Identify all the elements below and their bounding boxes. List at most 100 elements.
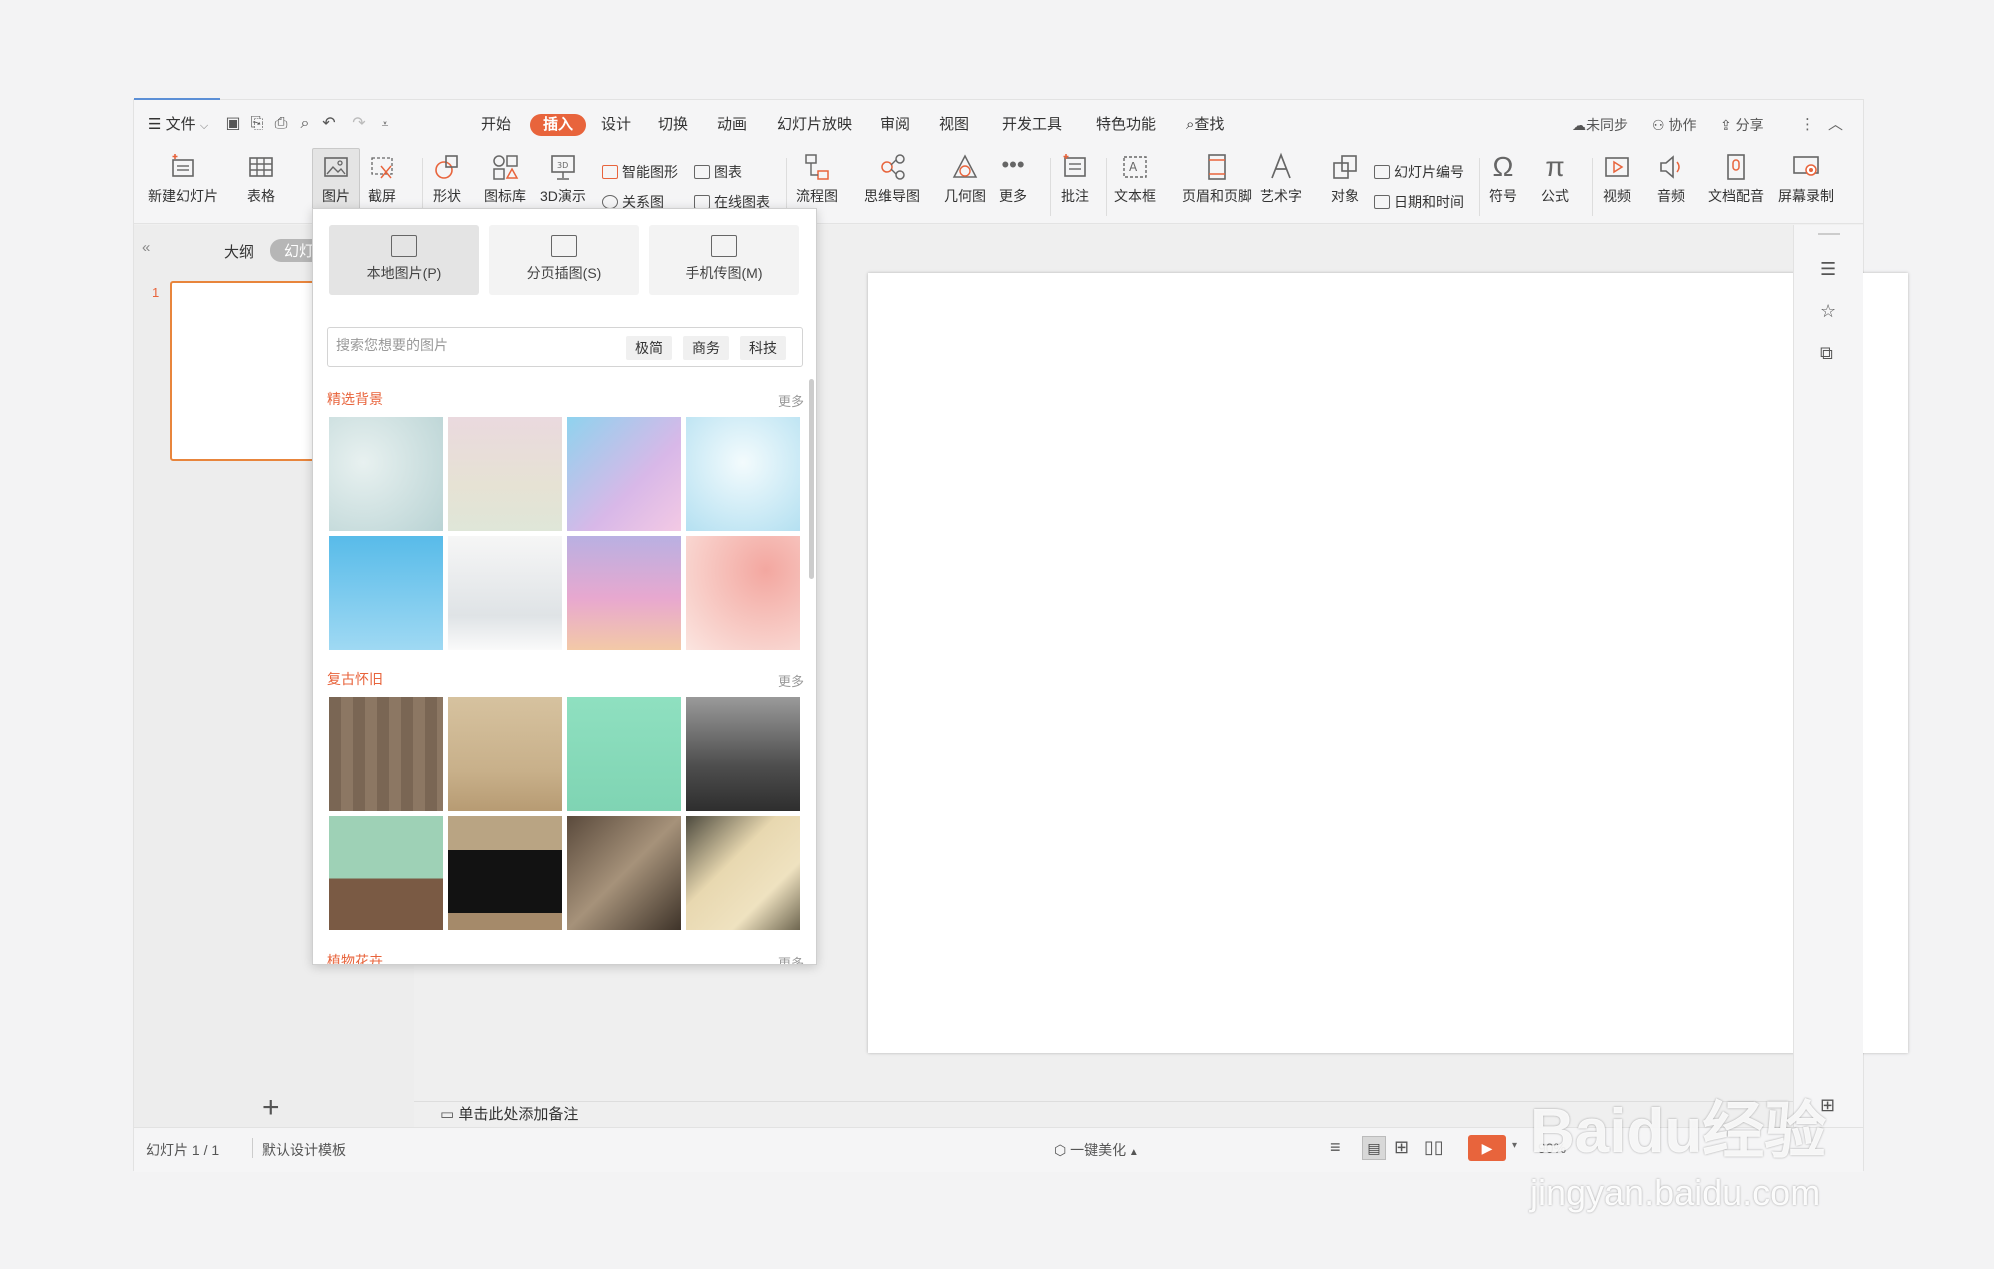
geometry-button[interactable]: 几何图 — [944, 152, 986, 206]
symbol-button[interactable]: Ω 符号 — [1488, 152, 1518, 206]
more-dots-icon: ••• — [1001, 152, 1025, 177]
undo-icon[interactable]: ↶ — [318, 113, 340, 135]
print-icon[interactable]: ⎙ — [270, 113, 292, 135]
background-thumbnail[interactable] — [329, 536, 443, 650]
tab-insert[interactable]: 插入 — [530, 114, 587, 136]
tag-technology[interactable]: 科技 — [740, 336, 786, 360]
smart-shape-button[interactable]: 智能图形 — [602, 162, 678, 182]
textbox-button[interactable]: A 文本框 — [1114, 152, 1156, 206]
background-thumbnail[interactable] — [329, 417, 443, 531]
settings-sliders-icon[interactable]: ☰ — [1820, 259, 1836, 280]
retro-thumbnail[interactable] — [567, 816, 681, 930]
retro-thumbnail[interactable] — [567, 697, 681, 811]
background-thumbnail[interactable] — [448, 417, 562, 531]
flowchart-button[interactable]: 流程图 — [796, 152, 838, 206]
comment-button[interactable]: 批注 — [1060, 152, 1090, 206]
beautify-button[interactable]: ⬡ 一键美化 ▲ — [1054, 1140, 1139, 1160]
picture-button[interactable]: 图片 — [312, 148, 360, 212]
sync-status[interactable]: ☁未同步 — [1572, 114, 1628, 136]
sorter-view-icon[interactable]: ⊞ — [1394, 1137, 1409, 1158]
more-plants-link[interactable]: 更多 — [778, 953, 804, 964]
tab-review[interactable]: 审阅 — [880, 114, 910, 136]
more-button[interactable]: ••• 更多 — [998, 152, 1028, 206]
tab-view[interactable]: 视图 — [939, 114, 969, 136]
template-name[interactable]: 默认设计模板 — [252, 1140, 346, 1160]
star-icon[interactable]: ☆ — [1820, 301, 1836, 322]
header-footer-button[interactable]: 页眉和页脚 — [1182, 152, 1252, 206]
file-menu[interactable]: ☰ 文件 ⌵ — [148, 114, 208, 136]
tag-business[interactable]: 商务 — [683, 336, 729, 360]
redo-icon[interactable]: ↷ — [348, 113, 370, 135]
tab-special-features[interactable]: 特色功能 — [1096, 114, 1156, 136]
date-time-button[interactable]: 日期和时间 — [1374, 192, 1464, 212]
dropdown-scrollbar[interactable] — [809, 379, 814, 579]
audio-button[interactable]: 音频 — [1656, 152, 1686, 206]
icon-library-button[interactable]: 图标库 — [484, 152, 526, 206]
shape-button[interactable]: 形状 — [432, 152, 462, 206]
collaborate-button[interactable]: ⚇ 协作 — [1652, 114, 1696, 136]
picture-search-input[interactable] — [336, 337, 606, 353]
video-button[interactable]: 视频 — [1602, 152, 1632, 206]
normal-view-icon[interactable]: ▤ — [1362, 1136, 1386, 1160]
screenshot-button[interactable]: 截屏 — [367, 152, 397, 206]
more-retro-link[interactable]: 更多 — [778, 671, 804, 690]
add-slide-button[interactable]: + — [262, 1093, 280, 1123]
tag-minimal[interactable]: 极简 — [626, 336, 672, 360]
tab-developer[interactable]: 开发工具 — [1002, 114, 1062, 136]
print-preview-icon[interactable]: ⌕ — [294, 113, 316, 135]
background-thumbnail[interactable] — [686, 417, 800, 531]
ribbon-separator — [1106, 158, 1107, 216]
mindmap-button[interactable]: 思维导图 — [864, 152, 920, 206]
background-thumbnail[interactable] — [567, 536, 681, 650]
save-icon[interactable]: ▣ — [222, 113, 244, 135]
notes-toggle-icon[interactable]: ≡ — [1330, 1137, 1341, 1158]
customize-quick-access-icon[interactable]: ⩡ — [374, 113, 396, 135]
3d-demo-button[interactable]: 3D 3D演示 — [540, 152, 586, 206]
tab-design[interactable]: 设计 — [601, 114, 631, 136]
picture-dropdown-panel: 本地图片(P) 分页插图(S) 手机传图(M) 极简 商务 科技 精选背景 更多… — [312, 208, 817, 965]
object-icon — [1330, 152, 1360, 182]
copy-icon[interactable]: ⧉ — [1820, 343, 1833, 364]
output-icon[interactable]: ⎘ — [246, 113, 268, 135]
table-button[interactable]: 表格 — [246, 152, 276, 206]
background-thumbnail[interactable] — [448, 536, 562, 650]
more-featured-link[interactable]: 更多 — [778, 391, 804, 410]
screen-record-button[interactable]: 屏幕录制 — [1778, 152, 1834, 206]
collapse-panel-icon[interactable]: « — [142, 239, 150, 256]
collapse-ribbon-icon[interactable]: ︿ — [1828, 114, 1843, 136]
more-options-icon[interactable]: ⋮ — [1800, 114, 1815, 136]
reading-view-icon[interactable]: ▯▯ — [1424, 1137, 1444, 1158]
tab-animation[interactable]: 动画 — [717, 114, 747, 136]
retro-thumbnail[interactable] — [448, 697, 562, 811]
slide-canvas[interactable] — [868, 273, 1908, 1053]
play-slideshow-button[interactable]: ▶ — [1468, 1135, 1506, 1161]
slide-thumbnail[interactable] — [170, 281, 316, 461]
object-button[interactable]: 对象 — [1330, 152, 1360, 206]
wordart-button[interactable]: 艺术字 — [1260, 152, 1302, 206]
background-thumbnail[interactable] — [567, 417, 681, 531]
scissors-icon — [367, 152, 397, 182]
retro-thumbnail[interactable] — [329, 697, 443, 811]
tab-slideshow[interactable]: 幻灯片放映 — [777, 114, 852, 136]
background-thumbnail[interactable] — [686, 536, 800, 650]
local-picture-button[interactable]: 本地图片(P) — [329, 225, 479, 295]
retro-thumbnail[interactable] — [329, 816, 443, 930]
phone-picture-button[interactable]: 手机传图(M) — [649, 225, 799, 295]
slideshow-options-icon[interactable]: ▾ — [1512, 1140, 1517, 1151]
chart-button[interactable]: 图表 — [694, 162, 742, 182]
retro-thumbnail[interactable] — [686, 697, 800, 811]
wordart-icon — [1266, 152, 1296, 182]
paged-picture-button[interactable]: 分页插图(S) — [489, 225, 639, 295]
doc-voice-button[interactable]: 文档配音 — [1708, 152, 1764, 206]
search-command[interactable]: ⌕查找 — [1186, 114, 1224, 136]
new-slide-button[interactable]: 新建幻灯片 — [148, 152, 218, 206]
tab-outline[interactable]: 大纲 — [224, 241, 254, 262]
microphone-icon — [1721, 152, 1751, 182]
retro-thumbnail[interactable] — [448, 816, 562, 930]
retro-thumbnail[interactable] — [686, 816, 800, 930]
share-button[interactable]: ⇪ 分享 — [1720, 114, 1764, 136]
formula-button[interactable]: π 公式 — [1540, 152, 1570, 206]
tab-home[interactable]: 开始 — [481, 114, 511, 136]
tab-transition[interactable]: 切换 — [658, 114, 688, 136]
slide-number-button[interactable]: 幻灯片编号 — [1374, 162, 1464, 182]
